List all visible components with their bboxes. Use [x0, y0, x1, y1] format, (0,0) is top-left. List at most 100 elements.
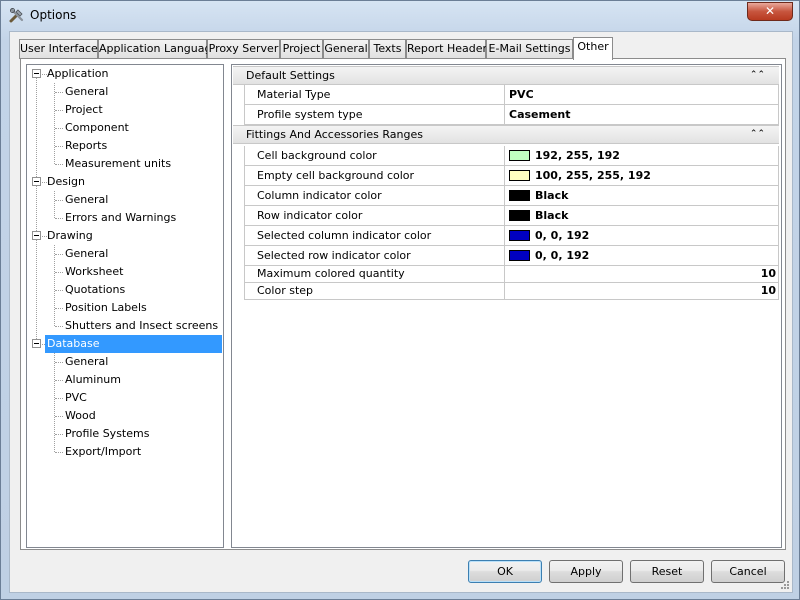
tree-node-database-export-import[interactable]: Export/Import	[63, 443, 143, 461]
tree-node-application-project[interactable]: Project	[63, 101, 105, 119]
property-row[interactable]: Selected column indicator color 0, 0, 19…	[244, 226, 779, 246]
button-label: Apply	[570, 565, 602, 578]
tab-label: User Interface	[20, 42, 98, 55]
property-row[interactable]: Row indicator color Black	[244, 206, 779, 226]
tree-node-database-profile-systems[interactable]: Profile Systems	[63, 425, 151, 443]
resize-grip-icon[interactable]	[780, 580, 790, 590]
window-title: Options	[30, 8, 77, 22]
property-value[interactable]: 100, 255, 255, 192	[505, 166, 779, 185]
reset-button[interactable]: Reset	[630, 560, 704, 583]
property-value[interactable]: Black	[505, 206, 779, 225]
color-swatch	[509, 249, 530, 261]
collapse-icon[interactable]	[32, 69, 41, 78]
property-value-text: 0, 0, 192	[535, 249, 590, 262]
property-row[interactable]: Column indicator color Black	[244, 186, 779, 206]
tree-node-drawing-quotations[interactable]: Quotations	[63, 281, 127, 299]
tree-node-label: Component	[65, 121, 129, 134]
tree-node-drawing-worksheet[interactable]: Worksheet	[63, 263, 125, 281]
tab-application-language[interactable]: Application Language	[98, 39, 218, 59]
tab-texts[interactable]: Texts	[369, 39, 406, 59]
options-window: Options ✕ User Interface Application Lan…	[0, 0, 800, 600]
tree-node-application-general[interactable]: General	[63, 83, 110, 101]
tree-connector	[55, 452, 63, 453]
property-row[interactable]: Maximum colored quantity 10	[244, 266, 779, 283]
tab-general[interactable]: General	[323, 39, 369, 59]
property-name: Material Type	[244, 85, 505, 104]
property-value[interactable]: 10	[505, 266, 779, 282]
tree-node-application-measurement-units[interactable]: Measurement units	[63, 155, 173, 173]
tree-node-design[interactable]: Design	[45, 173, 87, 191]
tree-node-design-general[interactable]: General	[63, 191, 110, 209]
tree-node-label: Quotations	[65, 283, 126, 296]
button-label: Cancel	[729, 565, 767, 578]
tree-node-label: General	[65, 193, 109, 206]
tree-node-drawing-general[interactable]: General	[63, 245, 110, 263]
collapse-icon[interactable]	[32, 177, 41, 186]
ok-button[interactable]: OK	[468, 560, 542, 583]
tree-node-label: Aluminum	[65, 373, 121, 386]
tree-node-label: Application	[47, 67, 109, 80]
category-default-settings[interactable]: Default Settings ⌃⌃	[233, 66, 779, 85]
tree-node-label: Database	[47, 337, 100, 350]
property-value[interactable]: 192, 255, 192	[505, 146, 779, 165]
tree-node-database-pvc[interactable]: PVC	[63, 389, 89, 407]
tab-proxy-server[interactable]: Proxy Server	[207, 39, 280, 59]
tree-connector	[55, 326, 63, 327]
tree-node-label: Wood	[65, 409, 96, 422]
property-value[interactable]: 0, 0, 192	[505, 226, 779, 245]
collapse-icon[interactable]	[32, 339, 41, 348]
tree-connector	[54, 245, 55, 326]
property-grid: Default Settings ⌃⌃ Material Type PVC Pr…	[231, 64, 782, 548]
tree-node-label: PVC	[65, 391, 87, 404]
property-row[interactable]: Selected row indicator color 0, 0, 192	[244, 246, 779, 266]
cancel-button[interactable]: Cancel	[711, 560, 785, 583]
tree-connector	[55, 218, 63, 219]
tree-node-application[interactable]: Application	[45, 65, 110, 83]
close-button[interactable]: ✕	[747, 2, 793, 21]
tree-node-label: General	[65, 247, 109, 260]
property-row[interactable]: Color step 10	[244, 283, 779, 300]
tree-node-label: General	[65, 85, 109, 98]
tab-project[interactable]: Project	[280, 39, 323, 59]
property-value[interactable]: PVC	[505, 85, 779, 104]
property-value-text: Black	[535, 189, 569, 202]
property-value[interactable]: 0, 0, 192	[505, 246, 779, 265]
collapse-icon[interactable]: ⌃⌃	[750, 126, 765, 143]
tab-other[interactable]: Other	[573, 37, 613, 60]
category-tree[interactable]: Application General Project Component Re…	[26, 64, 224, 548]
tree-node-database-general[interactable]: General	[63, 353, 110, 371]
property-value[interactable]: 10	[505, 283, 779, 299]
tree-node-drawing[interactable]: Drawing	[45, 227, 95, 245]
tree-node-design-errors-warnings[interactable]: Errors and Warnings	[63, 209, 178, 227]
color-swatch	[509, 209, 530, 221]
property-name: Empty cell background color	[244, 166, 505, 185]
tree-node-label: Worksheet	[65, 265, 124, 278]
tree-node-application-reports[interactable]: Reports	[63, 137, 109, 155]
property-row[interactable]: Empty cell background color 100, 255, 25…	[244, 166, 779, 186]
tree-node-application-component[interactable]: Component	[63, 119, 131, 137]
property-row[interactable]: Material Type PVC	[244, 85, 779, 105]
title-bar[interactable]: Options ✕	[1, 1, 799, 31]
tab-user-interface[interactable]: User Interface	[19, 39, 98, 59]
property-value[interactable]: Black	[505, 186, 779, 205]
color-swatch	[509, 149, 530, 161]
tree-node-drawing-shutters[interactable]: Shutters and Insect screens	[63, 317, 220, 335]
tree-connector	[55, 254, 63, 255]
category-label: Fittings And Accessories Ranges	[246, 128, 423, 141]
tab-email-settings[interactable]: E-Mail Settings	[486, 39, 573, 59]
property-name: Cell background color	[244, 146, 505, 165]
tab-report-header[interactable]: Report Header	[406, 39, 487, 59]
property-value[interactable]: Casement	[505, 105, 779, 124]
tree-node-database-aluminum[interactable]: Aluminum	[63, 371, 123, 389]
tab-label: E-Mail Settings	[488, 42, 571, 55]
property-row[interactable]: Profile system type Casement	[244, 105, 779, 125]
apply-button[interactable]: Apply	[549, 560, 623, 583]
property-row[interactable]: Cell background color 192, 255, 192	[244, 146, 779, 166]
property-value-text: 10	[760, 284, 776, 297]
collapse-icon[interactable]: ⌃⌃	[750, 67, 765, 84]
tree-node-drawing-position-labels[interactable]: Position Labels	[63, 299, 149, 317]
tree-node-database[interactable]: Database	[45, 335, 222, 353]
collapse-icon[interactable]	[32, 231, 41, 240]
tree-node-database-wood[interactable]: Wood	[63, 407, 98, 425]
category-fittings-ranges[interactable]: Fittings And Accessories Ranges ⌃⌃	[233, 125, 779, 144]
